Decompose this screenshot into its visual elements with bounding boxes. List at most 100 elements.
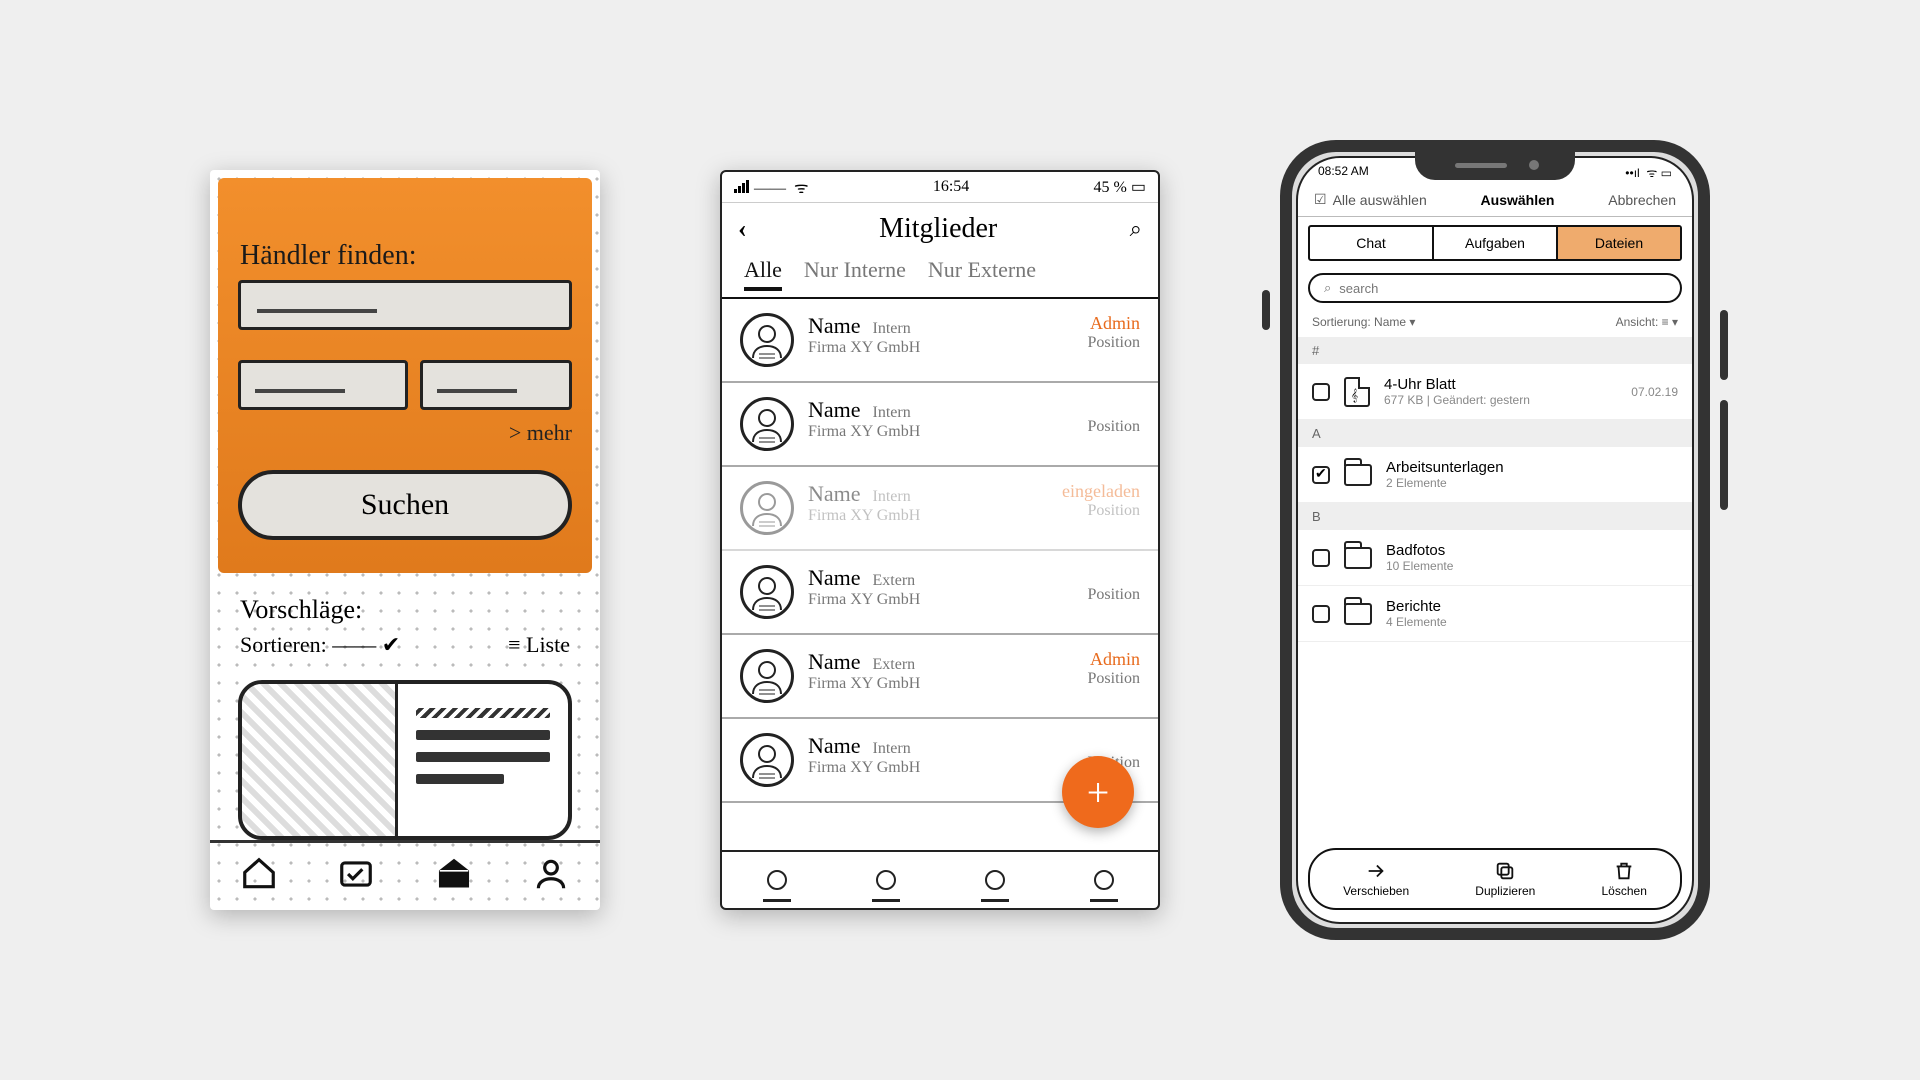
item-name: Berichte [1386, 598, 1678, 615]
member-name: Name [808, 565, 861, 591]
bulk-action-bar: Verschieben Duplizieren Löschen [1308, 848, 1682, 910]
nav-dot-4[interactable] [1094, 870, 1114, 890]
view-dropdown[interactable]: Ansicht: ≡ ▾ [1616, 315, 1678, 329]
profile-icon[interactable] [532, 855, 570, 898]
tab-alle[interactable]: Alle [744, 257, 782, 291]
search-input-2[interactable] [238, 360, 408, 410]
file-row[interactable]: Badfotos10 Elemente [1298, 530, 1692, 586]
item-meta: 2 Elemente [1386, 476, 1678, 490]
file-row[interactable]: 4-Uhr Blatt677 KB | Geändert: gestern 07.… [1298, 364, 1692, 420]
search-icon: ⌕ [1324, 280, 1331, 296]
checkbox[interactable] [1312, 466, 1330, 484]
page-title: Mitglieder [879, 213, 997, 245]
member-name: Name [808, 649, 861, 675]
file-icon [1344, 377, 1370, 407]
member-scope-tag: Extern [873, 572, 916, 590]
back-icon[interactable]: ‹ [738, 214, 747, 244]
member-company: Firma XY GmbH [808, 423, 1074, 441]
checklist-icon[interactable] [337, 855, 375, 898]
item-meta: 677 KB | Geändert: gestern [1384, 393, 1617, 407]
member-row[interactable]: NameExternFirma XY GmbH-Position [722, 551, 1158, 635]
avatar-icon [740, 649, 794, 703]
duplicate-button[interactable]: Duplizieren [1475, 860, 1535, 898]
section-header: B [1298, 503, 1692, 530]
member-position: Position [1088, 334, 1140, 352]
file-list: #4-Uhr Blatt677 KB | Geändert: gestern 07… [1298, 337, 1692, 848]
tab-bar [210, 840, 600, 910]
item-name: Arbeitsunterlagen [1386, 459, 1678, 476]
sort-dropdown[interactable]: Sortierung: Name ▾ [1312, 315, 1415, 329]
member-name: Name [808, 481, 861, 507]
result-card[interactable] [238, 680, 572, 840]
search-icon[interactable]: ⌕ [1130, 216, 1142, 242]
member-role: - [1088, 565, 1140, 586]
select-all-button[interactable]: ☑ Alle auswählen [1314, 191, 1427, 208]
member-company: Firma XY GmbH [808, 591, 1074, 609]
segment-chat[interactable]: Chat [1310, 227, 1432, 259]
screen-sketch-haendler: Händler finden: > mehr Suchen Vorschläge… [210, 170, 600, 910]
home-icon[interactable] [240, 855, 278, 898]
card-image-placeholder [242, 684, 398, 836]
folder-icon [1344, 547, 1372, 569]
battery-icon: 45 % ▭ [1094, 177, 1146, 197]
section-header: # [1298, 337, 1692, 364]
cancel-button[interactable]: Abbrechen [1608, 192, 1676, 208]
search-input-1[interactable] [238, 280, 572, 330]
clock: 08:52 AM [1318, 164, 1369, 181]
member-name: Name [808, 397, 861, 423]
select-all-icon: ☑ [1314, 191, 1327, 208]
delete-button[interactable]: Löschen [1602, 860, 1647, 898]
member-name: Name [808, 313, 861, 339]
sort-label[interactable]: Sortieren: —— ✔ [240, 632, 400, 658]
move-button[interactable]: Verschieben [1343, 860, 1409, 898]
member-scope-tag: Intern [873, 320, 911, 338]
segment-dateien[interactable]: Dateien [1556, 227, 1680, 259]
search-input[interactable]: ⌕ search [1308, 273, 1682, 303]
item-date: 07.02.19 [1631, 385, 1678, 399]
member-role: - [1088, 733, 1140, 754]
sort-view-row: Sortierung: Name ▾ Ansicht: ≡ ▾ [1298, 307, 1692, 337]
member-role: - [1088, 397, 1140, 418]
store-icon[interactable] [435, 855, 473, 898]
search-input-3[interactable] [420, 360, 572, 410]
signal-icon: —— ᯤ [734, 176, 809, 198]
member-scope-tag: Intern [873, 404, 911, 422]
section-header: A [1298, 420, 1692, 447]
tab-interne[interactable]: Nur Interne [804, 257, 906, 291]
checkbox[interactable] [1312, 605, 1330, 623]
member-row[interactable]: NameInternFirma XY GmbHeingeladenPositio… [722, 467, 1158, 551]
add-member-button[interactable]: + [1062, 756, 1134, 828]
member-company: Firma XY GmbH [808, 675, 1074, 693]
item-meta: 10 Elemente [1386, 559, 1678, 573]
nav-dot-2[interactable] [876, 870, 896, 890]
tab-externe[interactable]: Nur Externe [928, 257, 1036, 291]
member-name: Name [808, 733, 861, 759]
bottom-nav [722, 850, 1158, 908]
member-role: eingeladen [1062, 481, 1140, 502]
item-name: 4-Uhr Blatt [1384, 376, 1617, 393]
member-row[interactable]: NameInternFirma XY GmbHAdminPosition [722, 299, 1158, 383]
checkbox[interactable] [1312, 549, 1330, 567]
file-row[interactable]: Berichte4 Elemente [1298, 586, 1692, 642]
segment-control: Chat Aufgaben Dateien [1308, 225, 1682, 261]
list-toggle[interactable]: ≡ Liste [508, 632, 570, 658]
nav-dot-3[interactable] [985, 870, 1005, 890]
suggestions-heading: Vorschläge: [240, 595, 362, 625]
plus-icon: + [1087, 769, 1110, 816]
member-scope-tag: Intern [873, 740, 911, 758]
folder-icon [1344, 603, 1372, 625]
nav-dot-1[interactable] [767, 870, 787, 890]
member-row[interactable]: NameInternFirma XY GmbH-Position [722, 383, 1158, 467]
more-link[interactable]: > mehr [509, 420, 572, 446]
selection-toolbar: ☑ Alle auswählen Auswählen Abbrechen [1298, 183, 1692, 217]
member-position: Position [1062, 502, 1140, 520]
member-scope-tag: Intern [873, 488, 911, 506]
search-button[interactable]: Suchen [238, 470, 572, 540]
member-row[interactable]: NameExternFirma XY GmbHAdminPosition [722, 635, 1158, 719]
member-role: Admin [1088, 313, 1140, 334]
checkbox[interactable] [1312, 383, 1330, 401]
segment-aufgaben[interactable]: Aufgaben [1432, 227, 1556, 259]
member-position: Position [1088, 670, 1140, 688]
avatar-icon [740, 565, 794, 619]
file-row[interactable]: Arbeitsunterlagen2 Elemente [1298, 447, 1692, 503]
